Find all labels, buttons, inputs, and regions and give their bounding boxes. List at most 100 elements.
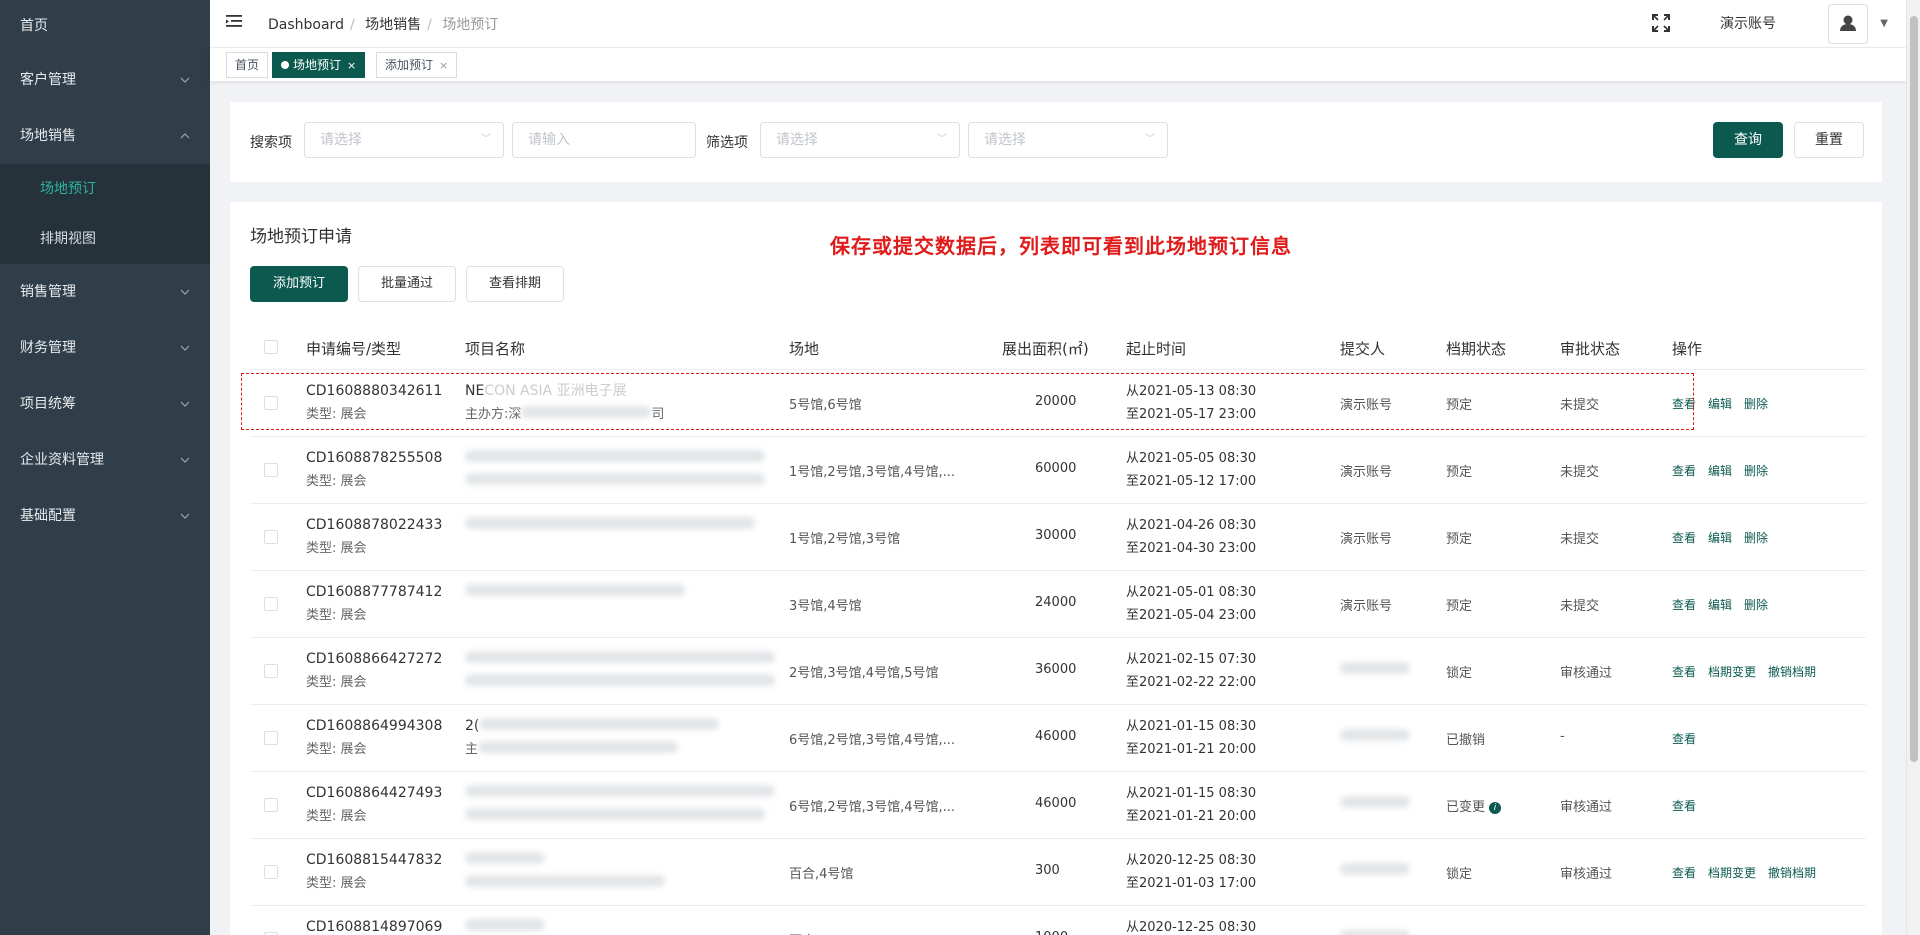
close-icon[interactable]: ×: [347, 59, 356, 72]
sidebar-item-venue-booking[interactable]: 场地预订: [0, 164, 210, 214]
column-header[interactable]: 展出面积(㎡): [1002, 338, 1089, 359]
submitter-cell: 演示账号: [1340, 461, 1392, 480]
row-checkbox[interactable]: [264, 463, 278, 477]
sidebar-item-schedule-view[interactable]: 排期视图: [0, 214, 210, 264]
row-action-link[interactable]: 编辑: [1708, 531, 1732, 545]
sidebar-item-config[interactable]: 基础配置: [0, 488, 210, 544]
venue: 6号馆,2号馆,3号馆,4号馆,...: [789, 800, 956, 815]
row-checkbox[interactable]: [264, 798, 278, 812]
tag-venue-booking[interactable]: 场地预订 ×: [272, 52, 366, 78]
sidebar-item-finance[interactable]: 财务管理: [0, 320, 210, 376]
row-checkbox[interactable]: [264, 597, 278, 611]
add-booking-button[interactable]: 添加预订: [250, 266, 348, 302]
redacted-block: [465, 674, 775, 686]
schedule-status-cell: 预定: [1446, 595, 1472, 614]
row-action-link[interactable]: 查看: [1672, 799, 1696, 813]
caret-down-icon[interactable]: ▼: [1880, 18, 1888, 29]
row-action-link[interactable]: 删除: [1744, 464, 1768, 478]
row-action-link[interactable]: 撤销档期: [1768, 866, 1816, 880]
redacted-block: [465, 517, 755, 529]
select-all-checkbox[interactable]: [264, 340, 278, 354]
table-row[interactable]: CD1608814897069 百合 1000 从2020-12-25 08:30: [250, 906, 1866, 935]
query-button[interactable]: 查询: [1713, 122, 1783, 158]
breadcrumb-item[interactable]: 场地销售: [365, 17, 421, 33]
table-row[interactable]: CD1608880342611 类型: 展会 NECON ASIA 亚洲电子展 主办方…: [250, 370, 1866, 437]
row-action-link[interactable]: 档期变更: [1708, 665, 1756, 679]
reset-button[interactable]: 重置: [1794, 122, 1864, 158]
row-action-link[interactable]: 查看: [1672, 531, 1696, 545]
top-header: Dashboard / 场地销售 / 场地预订 演示账号 ▼: [210, 0, 1906, 48]
fullscreen-icon[interactable]: [1652, 14, 1670, 32]
column-header[interactable]: 操作: [1672, 338, 1702, 359]
sidebar-item-customer[interactable]: 客户管理: [0, 52, 210, 108]
redacted-block: [1340, 796, 1410, 808]
chevron-down-icon: ﹀: [1145, 134, 1155, 145]
row-action-link[interactable]: 删除: [1744, 397, 1768, 411]
table-row[interactable]: CD1608864994308 类型: 展会 2(主 6号馆,2号馆,3号馆,4号馆,…: [250, 705, 1866, 772]
table-row[interactable]: CD1608866427272 类型: 展会 2号馆,3号馆,4号馆,5号馆 3600…: [250, 638, 1866, 705]
account-name[interactable]: 演示账号: [1720, 13, 1776, 33]
row-checkbox[interactable]: [264, 530, 278, 544]
column-header[interactable]: 审批状态: [1560, 338, 1620, 359]
column-header[interactable]: 提交人: [1340, 338, 1385, 359]
application-type: 类型: 展会: [306, 675, 367, 690]
row-actions: 查看: [1672, 730, 1708, 747]
table-row[interactable]: CD1608815447832 类型: 展会 百合,4号馆 300 从2020-12-2…: [250, 839, 1866, 906]
row-action-link[interactable]: 编辑: [1708, 397, 1732, 411]
filter-select-1[interactable]: 请选择 ﹀: [760, 122, 960, 158]
row-action-link[interactable]: 查看: [1672, 397, 1696, 411]
row-checkbox[interactable]: [264, 865, 278, 879]
table-row[interactable]: CD1608877787412 类型: 展会 3号馆,4号馆 24000 从2021-0…: [250, 571, 1866, 638]
batch-approve-button[interactable]: 批量通过: [358, 266, 456, 302]
menu-toggle-icon[interactable]: [226, 14, 244, 30]
table-row[interactable]: CD1608878022433 类型: 展会 1号馆,2号馆,3号馆 30000 从20…: [250, 504, 1866, 571]
filter-select-2[interactable]: 请选择 ﹀: [968, 122, 1168, 158]
row-action-link[interactable]: 编辑: [1708, 464, 1732, 478]
breadcrumb-item[interactable]: Dashboard: [268, 17, 344, 33]
view-schedule-button[interactable]: 查看排期: [466, 266, 564, 302]
column-header[interactable]: 起止时间: [1126, 338, 1186, 359]
end-time: 至2021-01-21 20:00: [1126, 809, 1257, 824]
row-checkbox[interactable]: [264, 396, 278, 410]
project-name-cell: NECON ASIA 亚洲电子展 主办方:深 司: [465, 380, 664, 426]
table-row[interactable]: CD1608864427493 类型: 展会 6号馆,2号馆,3号馆,4号馆,...…: [250, 772, 1866, 839]
row-action-link[interactable]: 查看: [1672, 732, 1696, 746]
sidebar-item-sales[interactable]: 销售管理: [0, 264, 210, 320]
tag-add-booking[interactable]: 添加预订 ×: [376, 52, 458, 78]
row-checkbox[interactable]: [264, 664, 278, 678]
tag-home[interactable]: 首页: [226, 52, 269, 78]
scrollbar-thumb[interactable]: [1910, 16, 1918, 762]
avatar[interactable]: [1828, 4, 1868, 44]
redacted-block: [478, 741, 679, 753]
close-icon[interactable]: ×: [439, 59, 448, 72]
row-action-link[interactable]: 查看: [1672, 665, 1696, 679]
select-placeholder: 请选择: [776, 132, 818, 148]
sidebar-item-home[interactable]: 首页: [0, 0, 210, 52]
schedule-status: 预定: [1446, 599, 1473, 614]
table-row[interactable]: CD1608878255508 类型: 展会 1号馆,2号馆,3号馆,4号馆,...…: [250, 437, 1866, 504]
approval-status: 未提交: [1560, 465, 1600, 480]
column-header[interactable]: 档期状态: [1446, 338, 1506, 359]
sidebar-item-venue-sales[interactable]: 场地销售: [0, 108, 210, 164]
row-action-link[interactable]: 档期变更: [1708, 866, 1756, 880]
page-scrollbar[interactable]: [1906, 0, 1920, 935]
row-action-link[interactable]: 删除: [1744, 598, 1768, 612]
sidebar-item-label: 客户管理: [20, 72, 76, 88]
row-action-link[interactable]: 查看: [1672, 866, 1696, 880]
info-icon[interactable]: i: [1489, 802, 1502, 814]
select-placeholder: 请选择: [984, 132, 1026, 148]
search-field-select[interactable]: 请选择 ﹀: [304, 122, 504, 158]
sidebar-item-project[interactable]: 项目统筹: [0, 376, 210, 432]
column-header[interactable]: 申请编号/类型: [306, 338, 401, 359]
submitter: 演示账号: [1340, 465, 1393, 480]
column-header[interactable]: 项目名称: [465, 338, 525, 359]
row-action-link[interactable]: 查看: [1672, 464, 1696, 478]
row-action-link[interactable]: 编辑: [1708, 598, 1732, 612]
column-header[interactable]: 场地: [789, 338, 819, 359]
row-action-link[interactable]: 删除: [1744, 531, 1768, 545]
search-input[interactable]: 请输入: [512, 122, 696, 158]
row-action-link[interactable]: 查看: [1672, 598, 1696, 612]
row-action-link[interactable]: 撤销档期: [1768, 665, 1816, 679]
sidebar-item-enterprise[interactable]: 企业资料管理: [0, 432, 210, 488]
row-checkbox[interactable]: [264, 731, 278, 745]
